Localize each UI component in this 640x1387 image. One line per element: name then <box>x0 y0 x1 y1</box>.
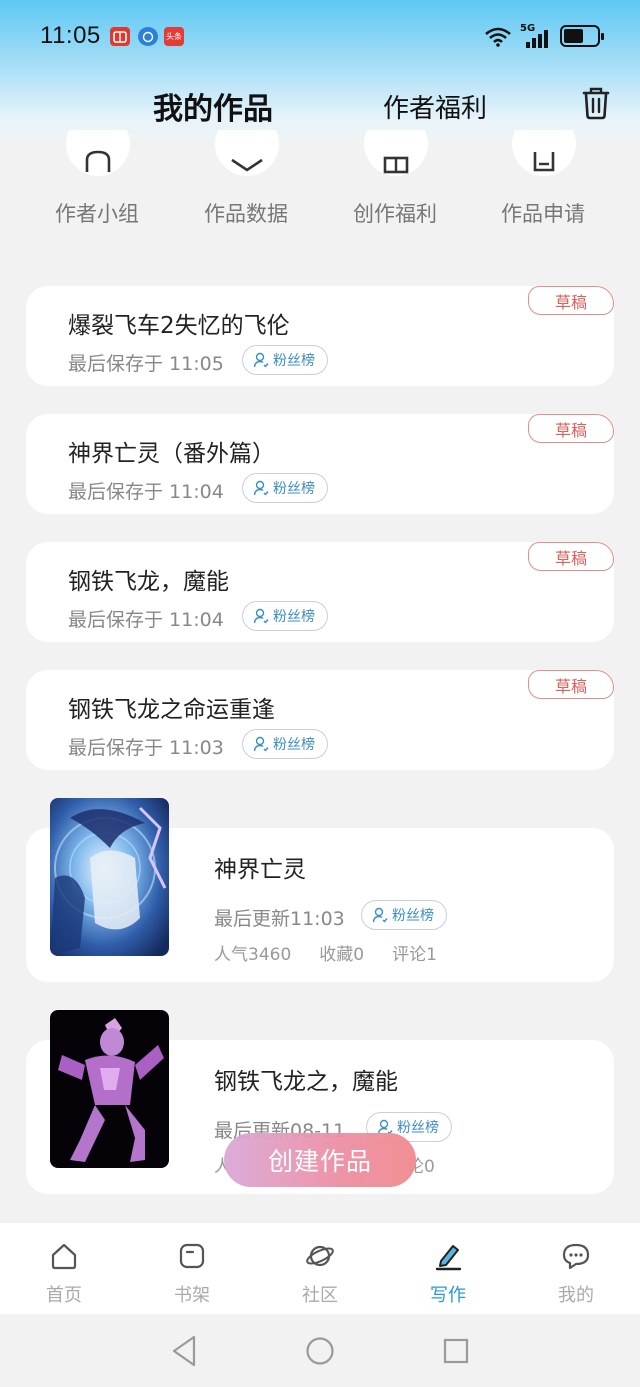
nav-label: 我的 <box>558 1285 594 1306</box>
quick-entry-creation-welfare[interactable]: 创作福利 <box>335 130 455 240</box>
draft-tag: 草稿 <box>528 542 614 571</box>
nav-label: 写作 <box>430 1285 466 1306</box>
user-icon <box>253 736 269 752</box>
last-updated: 最后更新11:03 <box>214 908 345 930</box>
fan-rank-badge[interactable]: 粉丝榜 <box>361 900 447 930</box>
user-icon <box>253 608 269 624</box>
nav-item-me[interactable]: 我的 <box>512 1223 640 1315</box>
nav-item-write[interactable]: 写作 <box>384 1223 512 1315</box>
user-icon <box>253 352 269 368</box>
saved-time: 最后保存于 11:04 <box>68 481 224 503</box>
quick-entry-author-group[interactable]: 作者小组 <box>37 130 157 240</box>
draft-card[interactable]: 钢铁飞龙之命运重逢 最后保存于 11:03 粉丝榜 草稿 <box>26 670 614 770</box>
draft-tag: 草稿 <box>528 670 614 699</box>
recents-icon[interactable] <box>442 1334 470 1368</box>
bottom-nav: 首页 书架 社区 写作 我的 <box>0 1222 640 1314</box>
app-notification-icon <box>110 27 130 46</box>
nav-item-home[interactable]: 首页 <box>0 1223 128 1315</box>
fan-rank-label: 粉丝榜 <box>273 481 315 497</box>
quick-entries: 作者小组 作品数据 创作福利 作品申请 <box>0 130 640 240</box>
user-icon <box>372 907 388 923</box>
fan-rank-badge[interactable]: 粉丝榜 <box>242 601 328 631</box>
work-title: 钢铁飞龙之，魔能 <box>214 1069 398 1095</box>
draft-title: 钢铁飞龙，魔能 <box>68 569 229 595</box>
nav-item-bookshelf[interactable]: 书架 <box>128 1223 256 1315</box>
quick-entry-work-apply[interactable]: 作品申请 <box>483 130 603 240</box>
fan-rank-badge[interactable]: 粉丝榜 <box>242 473 328 503</box>
draft-card[interactable]: 钢铁飞龙，魔能 最后保存于 11:04 粉丝榜 草稿 <box>26 542 614 642</box>
fan-rank-label: 粉丝榜 <box>273 737 315 753</box>
quick-entry-label: 作品数据 <box>204 202 288 226</box>
work-stats: 人气3460 收藏0 评论1 <box>214 940 437 965</box>
draft-tag: 草稿 <box>528 286 614 315</box>
comments-count: 评论1 <box>392 945 437 965</box>
write-icon <box>435 1245 462 1271</box>
wifi-icon <box>485 27 511 47</box>
nav-label: 书架 <box>174 1285 210 1306</box>
draft-title: 钢铁飞龙之命运重逢 <box>68 697 275 723</box>
home-circle-icon[interactable] <box>305 1334 335 1368</box>
nav-item-community[interactable]: 社区 <box>256 1223 384 1315</box>
status-time: 11:05 <box>40 22 101 49</box>
fan-rank-label: 粉丝榜 <box>392 908 434 924</box>
draft-title: 爆裂飞车2失忆的飞伦 <box>68 313 290 339</box>
status-bar: 11:05 头条 5G <box>0 0 640 72</box>
published-work-card[interactable]: 神界亡灵 最后更新11:03 粉丝榜 人气3460 收藏0 评论1 <box>26 798 614 982</box>
fan-rank-badge[interactable]: 粉丝榜 <box>242 345 328 375</box>
bookshelf-icon <box>179 1243 205 1269</box>
group-icon <box>66 130 130 176</box>
quick-entry-label: 作者小组 <box>55 202 139 226</box>
data-icon <box>215 130 279 176</box>
chat-icon <box>562 1243 590 1270</box>
system-nav-bar <box>0 1314 640 1387</box>
quick-entry-label: 作品申请 <box>501 202 585 226</box>
status-indicators: 5G <box>484 22 604 50</box>
draft-card[interactable]: 爆裂飞车2失忆的飞伦 最后保存于 11:05 粉丝榜 草稿 <box>26 286 614 386</box>
user-icon <box>253 480 269 496</box>
saved-time: 最后保存于 11:03 <box>68 737 224 759</box>
fan-rank-label: 粉丝榜 <box>273 609 315 625</box>
fan-rank-label: 粉丝榜 <box>273 353 315 369</box>
home-icon <box>51 1243 77 1270</box>
news-app-icon: 头条 <box>164 27 184 46</box>
draft-card[interactable]: 神界亡灵（番外篇） 最后保存于 11:04 粉丝榜 草稿 <box>26 414 614 514</box>
saved-time: 最后保存于 11:04 <box>68 609 224 631</box>
signal-icon: 5G <box>520 23 552 48</box>
back-icon[interactable] <box>170 1334 198 1368</box>
draft-tag: 草稿 <box>528 414 614 443</box>
browser-notification-icon <box>138 27 158 46</box>
tab-my-works[interactable]: 我的作品 <box>153 84 273 128</box>
header-tabs: 我的作品 作者福利 <box>0 80 640 130</box>
book-cover-image[interactable] <box>50 798 169 956</box>
draft-title: 神界亡灵（番外篇） <box>68 441 275 467</box>
book-cover-image[interactable] <box>50 1010 169 1168</box>
nav-label: 首页 <box>46 1285 82 1306</box>
work-title: 神界亡灵 <box>214 857 306 883</box>
favorites-count: 收藏0 <box>319 945 365 965</box>
create-work-button[interactable]: 创建作品 <box>224 1133 416 1187</box>
fan-rank-label: 粉丝榜 <box>397 1120 439 1136</box>
nav-label: 社区 <box>302 1285 338 1306</box>
apply-icon <box>512 130 576 176</box>
battery-icon <box>560 25 604 47</box>
popularity-count: 人气3460 <box>214 945 292 965</box>
gift-icon <box>364 130 428 176</box>
saved-time: 最后保存于 11:05 <box>68 353 224 375</box>
tab-author-welfare[interactable]: 作者福利 <box>383 88 487 125</box>
quick-entry-label: 创作福利 <box>353 202 437 226</box>
trash-icon[interactable] <box>580 86 612 120</box>
planet-icon <box>306 1245 334 1267</box>
quick-entry-work-data[interactable]: 作品数据 <box>186 130 306 240</box>
fan-rank-badge[interactable]: 粉丝榜 <box>242 729 328 759</box>
